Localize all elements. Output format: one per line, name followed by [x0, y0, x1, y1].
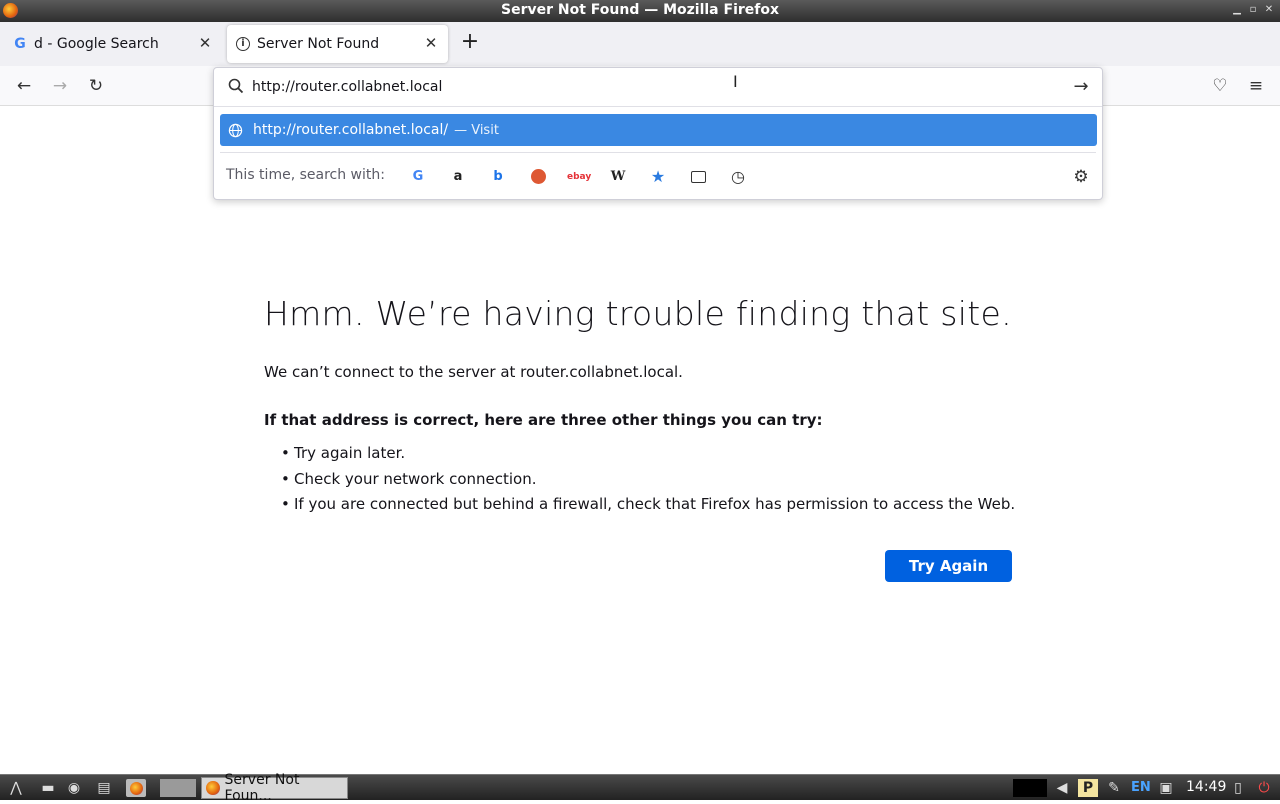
list-item: If you are connected but behind a firewa… [281, 495, 1015, 521]
window-title: Server Not Found — Mozilla Firefox [500, 2, 780, 18]
close-tab-icon[interactable]: ✕ [196, 34, 214, 52]
firefox-icon [206, 781, 220, 795]
url-suggestion-row[interactable]: http://router.collabnet.local/ — Visit [220, 114, 1097, 146]
power-icon[interactable]: ⏻ [1254, 779, 1274, 797]
error-description: We can’t connect to the server at router… [264, 363, 683, 381]
notes-icon[interactable]: ✎ [1104, 779, 1124, 797]
duckduckgo-icon[interactable] [527, 166, 549, 188]
file-manager-icon[interactable]: ▤ [94, 779, 114, 797]
go-arrow-icon[interactable]: → [1070, 76, 1092, 98]
error-title: Hmm. We’re having trouble finding that s… [264, 294, 1012, 333]
taskbar: ⋀ ▬ ◉ ▤ Server Not Foun... ◀ P ✎ EN ▣ 14… [0, 772, 1280, 804]
keyboard-layout-indicator[interactable]: EN [1131, 780, 1151, 795]
clock[interactable]: 14:49 [1186, 779, 1226, 795]
ebay-icon[interactable]: ebay [567, 166, 591, 188]
try-again-button[interactable]: Try Again [885, 550, 1012, 582]
network-icon[interactable]: ▣ [1156, 779, 1176, 797]
tab-label: Server Not Found [257, 36, 380, 52]
google-icon: G [14, 36, 26, 52]
search-with-label: This time, search with: [226, 167, 385, 183]
google-icon[interactable]: G [407, 166, 429, 188]
globe-icon [228, 123, 243, 137]
suggestion-url: http://router.collabnet.local/ [253, 122, 449, 138]
divider [220, 152, 1096, 153]
tab-google-search[interactable]: G d - Google Search ✕ [4, 25, 222, 63]
url-input[interactable] [252, 76, 1052, 98]
lock-screen-icon[interactable]: ▯ [1228, 779, 1248, 797]
tab-server-not-found[interactable]: i Server Not Found ✕ [227, 25, 448, 63]
workspace-switcher[interactable] [160, 779, 196, 797]
close-tab-icon[interactable]: ✕ [422, 34, 440, 52]
wikipedia-icon[interactable]: W [607, 166, 629, 188]
clipboard-icon[interactable]: P [1078, 779, 1098, 797]
list-item: Check your network connection. [281, 470, 1015, 496]
cpu-monitor [1013, 779, 1047, 797]
window-titlebar: Server Not Found — Mozilla Firefox ▁ ▫ ✕ [0, 0, 1280, 22]
close-window-icon[interactable]: ✕ [1262, 3, 1276, 17]
new-tab-button[interactable]: + [458, 30, 482, 54]
back-button[interactable]: ← [12, 74, 36, 98]
tab-strip: G d - Google Search ✕ i Server Not Found… [0, 22, 1280, 66]
tab-label: d - Google Search [34, 36, 159, 52]
tabs-icon[interactable] [687, 166, 709, 188]
text-cursor-icon: I [733, 72, 738, 91]
show-desktop-icon[interactable]: ▬ [38, 779, 58, 797]
menu-icon[interactable]: ≡ [1244, 74, 1268, 98]
volume-icon[interactable]: ◀ [1052, 779, 1072, 797]
task-label: Server Not Foun... [224, 772, 300, 804]
maximize-icon[interactable]: ▫ [1246, 3, 1260, 17]
list-item: Try again later. [281, 444, 1015, 470]
suggestion-list: Try again later. Check your network conn… [281, 444, 1015, 521]
search-icon [228, 78, 244, 94]
error-subtitle: If that address is correct, here are thr… [264, 411, 823, 429]
pocket-icon[interactable]: ♡ [1208, 74, 1232, 98]
firefox-launcher-icon[interactable] [126, 779, 146, 797]
divider [214, 106, 1102, 107]
gear-icon[interactable]: ⚙ [1070, 166, 1092, 188]
network-browser-icon[interactable]: ◉ [64, 779, 84, 797]
info-icon: i [236, 37, 250, 51]
forward-button[interactable]: → [48, 74, 72, 98]
taskbar-window-firefox[interactable]: Server Not Foun... [201, 772, 348, 804]
urlbar-panel: → http://router.collabnet.local/ — Visit… [213, 67, 1103, 200]
minimize-icon[interactable]: ▁ [1230, 3, 1244, 17]
start-menu-icon[interactable]: ⋀ [6, 779, 26, 797]
history-icon[interactable]: ◷ [727, 166, 749, 188]
bookmarks-icon[interactable]: ★ [647, 166, 669, 188]
bing-icon[interactable]: b [487, 166, 509, 188]
reload-button[interactable]: ↻ [84, 74, 108, 98]
amazon-icon[interactable]: a [447, 166, 469, 188]
suggestion-action: — Visit [454, 122, 499, 138]
